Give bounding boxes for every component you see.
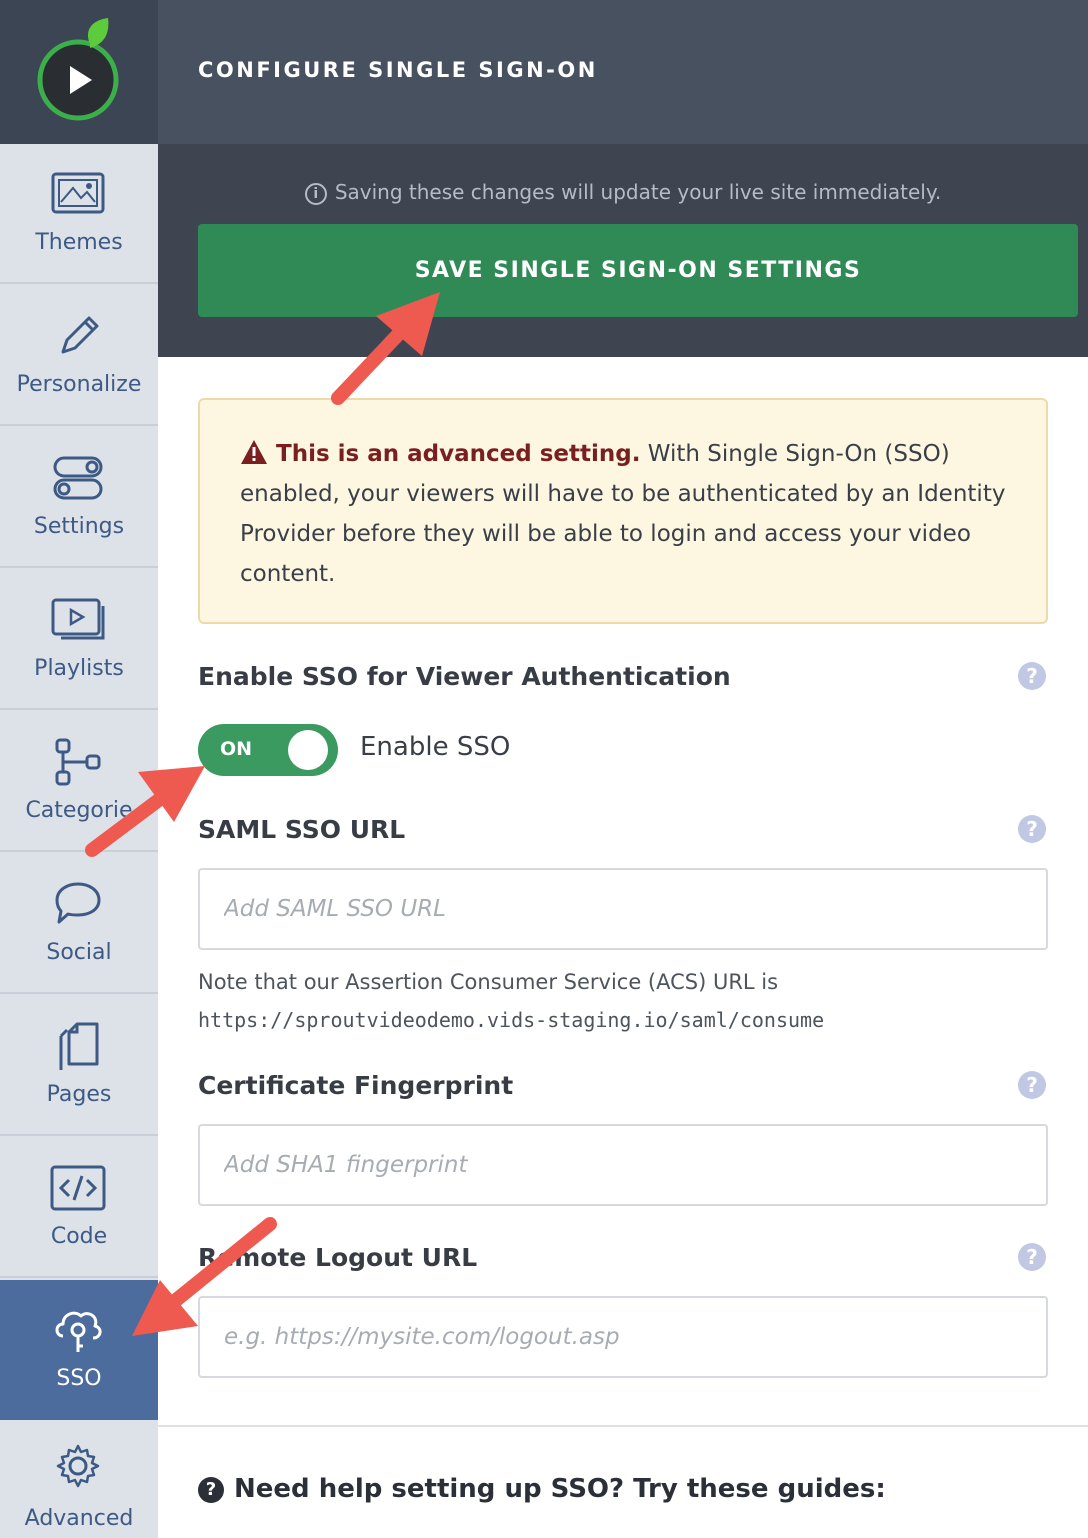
enable-sso-toggle-label: Enable SSO: [360, 732, 511, 762]
sidebar-item-themes[interactable]: Themes: [0, 144, 158, 284]
help-icon[interactable]: ?: [1018, 1071, 1046, 1099]
toggle-knob: [288, 730, 328, 770]
sidebar-item-sso[interactable]: SSO: [0, 1280, 158, 1420]
sidebar-item-social[interactable]: Social: [0, 854, 158, 994]
sidebar-item-personalize[interactable]: Personalize: [0, 286, 158, 426]
enable-sso-label: Enable SSO for Viewer Authentication: [198, 662, 731, 691]
remote-logout-label: Remote Logout URL: [198, 1243, 478, 1272]
sidebar-item-label: Social: [46, 940, 112, 965]
divider: [158, 1425, 1088, 1427]
page-title: CONFIGURE SINGLE SIGN-ON: [198, 58, 598, 82]
sidebar-item-categories[interactable]: Categorie: [0, 712, 158, 852]
help-icon[interactable]: ?: [1018, 815, 1046, 843]
help-guides-text: Need help setting up SSO? Try these guid…: [234, 1474, 886, 1504]
help-icon[interactable]: ?: [1018, 1243, 1046, 1271]
sidebar-item-label: Playlists: [34, 656, 124, 681]
certificate-fingerprint-label: Certificate Fingerprint: [198, 1071, 514, 1100]
acs-note: Note that our Assertion Consumer Service…: [198, 970, 779, 994]
hierarchy-icon: [55, 738, 101, 786]
play-logo-icon: [37, 18, 119, 121]
info-icon: i: [304, 183, 327, 205]
playlist-icon: [51, 598, 105, 640]
image-icon: [51, 172, 105, 214]
lock-cloud-icon: [55, 1311, 102, 1352]
certificate-fingerprint-input[interactable]: [198, 1124, 1048, 1206]
save-note-text: Saving these changes will update your li…: [334, 180, 942, 204]
advanced-warning: This is an advanced setting. With Single…: [198, 398, 1048, 624]
remote-logout-input[interactable]: [198, 1296, 1048, 1378]
sidebar-item-label: Advanced: [24, 1506, 134, 1531]
sidebar-item-label: SSO: [56, 1366, 102, 1391]
sidebar-item-label: Pages: [46, 1082, 112, 1107]
warning-strong: This is an advanced setting.: [276, 441, 641, 467]
pencil-icon: [61, 316, 99, 354]
saml-url-input[interactable]: [198, 868, 1048, 950]
sidebar-item-settings[interactable]: Settings: [0, 428, 158, 568]
help-icon[interactable]: ?: [1018, 662, 1046, 690]
enable-sso-toggle[interactable]: ON: [198, 724, 338, 776]
page-header: CONFIGURE SINGLE SIGN-ON: [158, 0, 1088, 144]
question-icon: ?: [198, 1477, 224, 1503]
sidebar-item-label: Personalize: [16, 372, 142, 397]
sidebar-item-playlists[interactable]: Playlists: [0, 570, 158, 710]
gear-icon: [56, 1444, 100, 1488]
main-content: CONFIGURE SINGLE SIGN-ON i Saving these c…: [158, 0, 1088, 1538]
saml-url-label: SAML SSO URL: [198, 815, 406, 844]
sidebar-item-advanced[interactable]: Advanced: [0, 1422, 158, 1538]
sidebar-item-label: Code: [50, 1224, 108, 1249]
sidebar: Themes Personalize Settings Playlists Ca…: [0, 0, 158, 1538]
save-bar: i Saving these changes will update your l…: [158, 144, 1088, 357]
code-icon: [50, 1165, 106, 1211]
save-note: i Saving these changes will update your l…: [158, 180, 1088, 205]
save-button[interactable]: SAVE SINGLE SIGN-ON SETTINGS: [198, 224, 1078, 317]
sidebar-item-label: Categorie: [25, 798, 133, 823]
pages-icon: [59, 1022, 99, 1070]
warning-icon: [241, 440, 267, 464]
sidebar-item-code[interactable]: Code: [0, 1138, 158, 1278]
chat-bubble-icon: [55, 882, 101, 924]
help-guides-heading: ? Need help setting up SSO? Try these gui…: [198, 1474, 886, 1504]
logo[interactable]: [0, 0, 158, 144]
sidebar-item-label: Themes: [35, 230, 123, 255]
sidebar-item-pages[interactable]: Pages: [0, 996, 158, 1136]
toggles-icon: [53, 456, 103, 500]
toggle-state-text: ON: [220, 738, 253, 760]
sidebar-item-label: Settings: [33, 514, 125, 539]
acs-url: https://sproutvideodemo.vids-staging.io/…: [198, 1008, 825, 1032]
